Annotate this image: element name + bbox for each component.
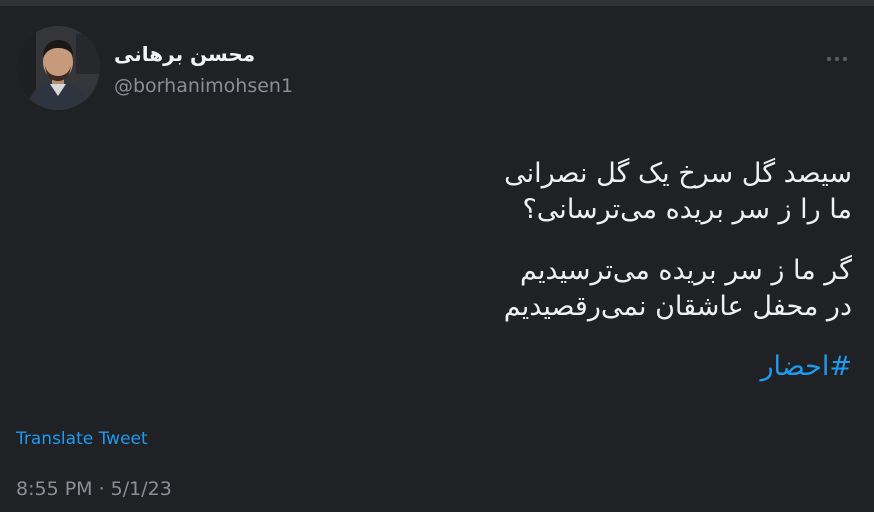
tweet-line: ما را ز سر بریده می‌ترسانی؟ [522, 194, 852, 225]
more-dot [827, 57, 831, 61]
avatar[interactable] [16, 26, 100, 110]
tweet-stanza: گر ما ز سر بریده می‌ترسیدیم در محفل عاشق… [504, 253, 852, 325]
tweet-line: گر ما ز سر بریده می‌ترسیدیم [520, 255, 852, 286]
more-dot [843, 57, 847, 61]
tweet-line: در محفل عاشقان نمی‌رقصیدیم [503, 291, 852, 322]
tweet-card: محسن برهانی @borhanimohsen1 سیصد گل سرخ … [0, 6, 874, 512]
more-dot [835, 57, 839, 61]
tweet-timestamp[interactable]: 8:55 PM · 5/1/23 [16, 478, 172, 500]
username[interactable]: @borhanimohsen1 [114, 75, 293, 97]
hashtag-link[interactable]: #احضار [761, 349, 853, 385]
display-name[interactable]: محسن برهانی [114, 42, 255, 66]
translate-tweet-link[interactable]: Translate Tweet [16, 429, 148, 449]
more-dots-icon[interactable] [822, 52, 852, 66]
tweet-stanza: سیصد گل سرخ یک گل نصرانی ما را ز سر برید… [504, 156, 852, 228]
person-avatar-icon [16, 26, 100, 110]
tweet-line: سیصد گل سرخ یک گل نصرانی [504, 158, 852, 189]
